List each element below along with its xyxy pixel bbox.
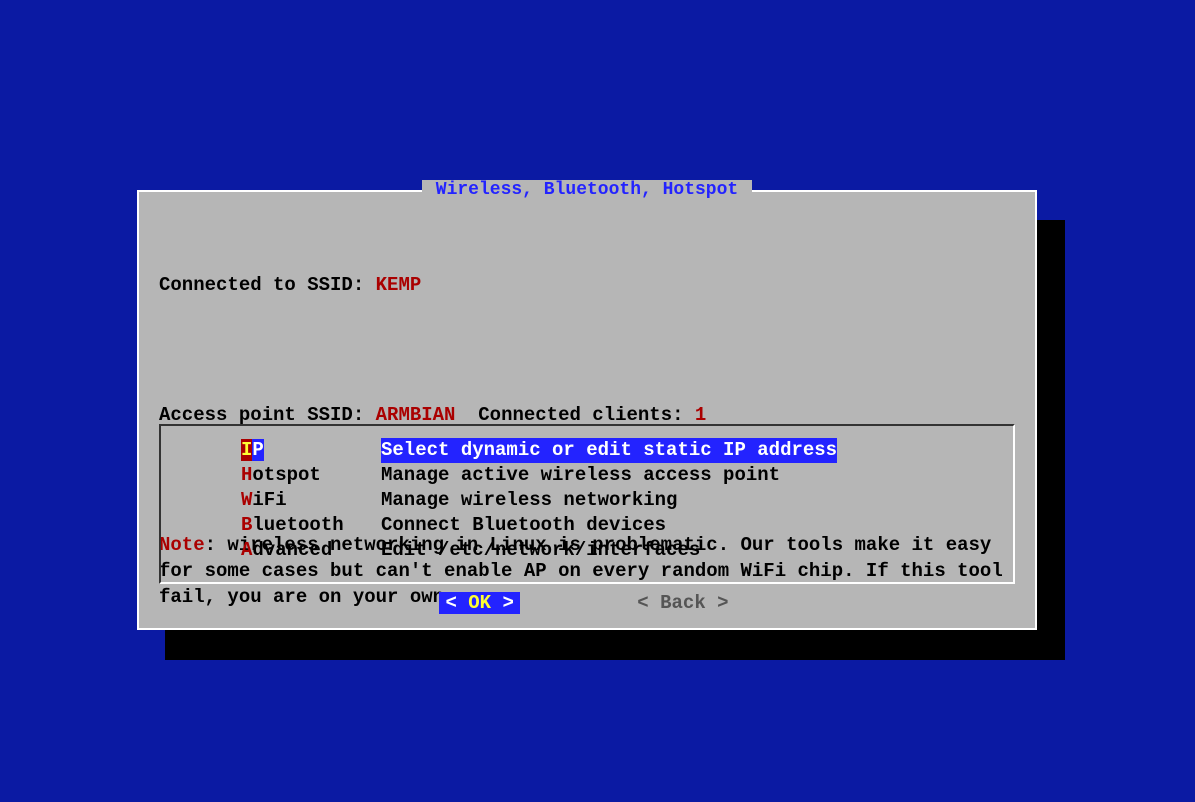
menu-item-hotspot[interactable]: HotspotManage active wireless access poi… (161, 463, 1013, 488)
menu-item-desc: Edit /etc/network/interfaces (381, 538, 700, 563)
dialog-box: Wireless, Bluetooth, Hotspot Connected t… (137, 190, 1037, 630)
back-button[interactable]: < Back > (631, 592, 734, 614)
menu-item-desc: Connect Bluetooth devices (381, 513, 666, 538)
ssid-value: KEMP (376, 274, 422, 296)
menu-item-bluetooth[interactable]: BluetoothConnect Bluetooth devices (161, 513, 1013, 538)
menu-item-desc: Manage wireless networking (381, 488, 677, 513)
ap-ssid-value: ARMBIAN (376, 404, 456, 426)
clients-value: 1 (695, 404, 706, 426)
ap-label: Access point SSID: (159, 404, 376, 426)
back-button-label: Back (660, 592, 706, 614)
menu-item-desc: Manage active wireless access point (381, 463, 780, 488)
menu-box: IPSelect dynamic or edit static IP addre… (159, 424, 1015, 584)
clients-label: Connected clients: (455, 404, 694, 426)
button-row: < OK > < Back > (139, 592, 1035, 614)
dialog-title: Wireless, Bluetooth, Hotspot (422, 180, 752, 200)
menu-item-desc: Select dynamic or edit static IP address (381, 438, 837, 463)
ssid-line: Connected to SSID: KEMP (159, 272, 1015, 298)
menu-item-wifi[interactable]: WiFiManage wireless networking (161, 488, 1013, 513)
menu-item-ip[interactable]: IPSelect dynamic or edit static IP addre… (161, 438, 1013, 463)
menu-item-advanced[interactable]: AdvancedEdit /etc/network/interfaces (161, 538, 1013, 563)
ok-button-label: OK (468, 592, 491, 614)
ssid-label: Connected to SSID: (159, 274, 376, 296)
dialog-title-wrap: Wireless, Bluetooth, Hotspot (139, 180, 1035, 200)
menu-item-label: Bluetooth (241, 513, 381, 538)
menu-item-label: Advanced (241, 538, 381, 563)
ok-button[interactable]: < OK > (439, 592, 519, 614)
menu-item-label: IP (241, 438, 381, 463)
menu-item-label: Hotspot (241, 463, 381, 488)
menu-item-label: WiFi (241, 488, 381, 513)
